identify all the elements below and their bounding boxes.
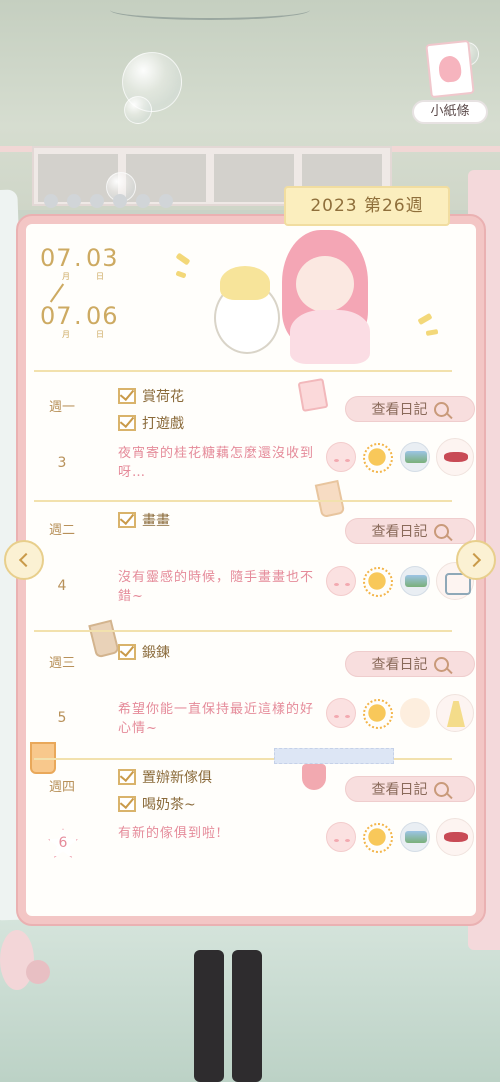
sun-icon [362,566,393,597]
search-icon [433,401,449,417]
sun-icon [362,442,393,473]
diary-note: 希望你能一直保持最近這樣的好心情~ [118,702,315,736]
task-item[interactable]: 喝奶茶~ [118,794,196,814]
view-diary-button[interactable]: 查看日記 [345,776,475,802]
search-icon [433,781,449,797]
task-item[interactable]: 鍛鍊 [118,642,170,662]
task-item[interactable]: 賞荷花 [118,386,184,406]
previous-week-button[interactable] [4,540,44,580]
weekday-label: 週一 [48,400,75,415]
next-week-button[interactable] [456,540,496,580]
sun-icon [362,698,393,729]
day-number: 5 [57,710,67,726]
view-diary-button[interactable]: 查看日記 [345,518,475,544]
ice-cream-icon [400,698,430,728]
weekday-label: 週三 [48,656,75,671]
end-month: 07 [40,302,73,330]
weekday-label: 週四 [48,780,75,795]
character-legs [188,950,268,1082]
checkbox-checked[interactable] [118,388,136,404]
start-day: 03 [86,244,119,272]
checkbox-checked[interactable] [118,415,136,431]
day-number: 3 [57,455,67,471]
search-icon [433,656,449,672]
end-day: 06 [86,302,119,330]
paper-note-icon [425,39,475,99]
mood-icon [326,822,356,852]
ceiling-decoration [110,0,310,20]
week-title: 2023 第26週 [284,186,450,226]
mood-icon [326,442,356,472]
search-icon [433,523,449,539]
view-diary-button[interactable]: 查看日記 [345,651,475,677]
paper-note-button[interactable]: 小紙條 [412,39,488,124]
bow-item-icon[interactable] [436,818,474,856]
sun-icon [362,822,393,853]
divider [34,500,452,502]
task-item[interactable]: 畫畫 [118,510,170,530]
task-item[interactable]: 置辦新傢俱 [118,767,212,787]
paper-note-label: 小紙條 [412,100,488,124]
divider [34,630,452,632]
card-sticker [297,377,329,413]
chevron-left-icon [18,552,34,568]
weekday-label: 週二 [48,523,75,538]
character-illustration [210,226,410,376]
badge-sticker [302,764,326,790]
task-item[interactable]: 打遊戲 [118,413,184,433]
checkbox-checked[interactable] [118,512,136,528]
diary-note: 夜宵寄的桂花糖藕怎麼還沒收到呀… [118,446,315,480]
chevron-right-icon [466,552,482,568]
photo-icon [400,822,430,852]
checkbox-checked[interactable] [118,796,136,812]
day-number: 6 [58,835,68,851]
cat-paw-decoration [0,890,50,1000]
divider [34,370,452,372]
bubble-decoration [124,96,152,124]
start-month: 07 [40,244,73,272]
washi-tape-sticker [274,748,394,764]
binder-holes [44,194,173,208]
photo-icon [400,442,430,472]
mood-icon [326,698,356,728]
view-diary-button[interactable]: 查看日記 [345,396,475,422]
dress-item-icon[interactable] [436,694,474,732]
checkbox-checked[interactable] [118,644,136,660]
day-number: 4 [57,578,67,594]
photo-icon [400,566,430,596]
checkbox-checked[interactable] [118,769,136,785]
mood-icon [326,566,356,596]
diary-note: 沒有靈感的時候，隨手畫畫也不錯~ [118,570,315,604]
bow-item-icon[interactable] [436,438,474,476]
diary-note: 有新的傢俱到啦! [118,826,223,841]
